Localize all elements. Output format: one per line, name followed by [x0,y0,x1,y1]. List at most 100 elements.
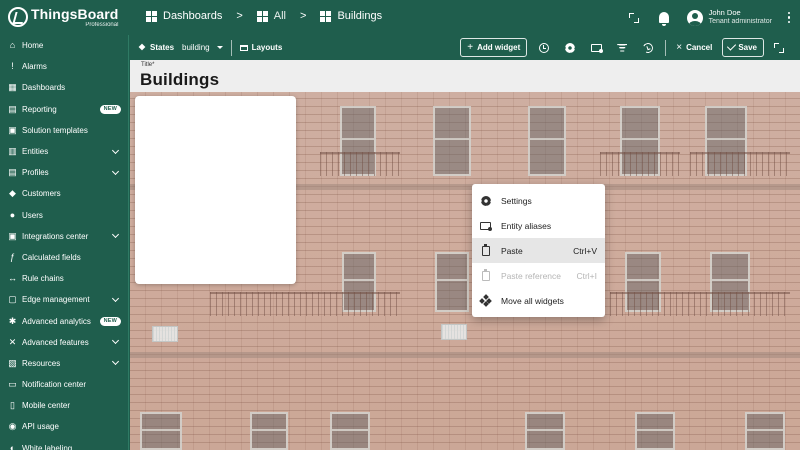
sidebar-item-label: Solution templates [22,125,88,135]
sidebar-item-api-usage[interactable]: ◉ API usage [0,416,129,437]
top-right-controls: John Doe Tenant administrator [621,0,800,35]
cancel-button[interactable]: × Cancel [670,42,718,53]
sidebar-item-label: Rule chains [22,274,64,284]
menu-item-settings[interactable]: Settings [472,188,605,213]
sidebar-item-calculated-fields[interactable]: ƒ Calculated fields [0,247,129,268]
sidebar-item-label: Calculated fields [22,252,81,262]
timewindow-button[interactable] [531,35,557,60]
sidebar-item-advanced-analytics[interactable]: ✱ Advanced analytics NEW [0,310,129,331]
add-widget-button[interactable]: + Add widget [460,38,528,57]
logo-name: ThingsBoard [31,5,119,22]
mobile-center-icon: ▯ [10,400,15,411]
logo-subtitle: Professional [85,21,119,28]
widget-card[interactable] [135,96,296,284]
entities-icon: ▥ [8,146,17,157]
sidebar-item-advanced-features[interactable]: ✕ Advanced features [0,332,129,353]
white-labeling-icon: ◐ [9,442,16,450]
sidebar-item-dashboards[interactable]: ▦ Dashboards [0,77,129,98]
sidebar-item-users[interactable]: ● Users [0,205,129,226]
calculated-fields-icon: ƒ [9,251,15,262]
title-strip: Title* Buildings [130,60,800,92]
sidebar-item-edge-management[interactable]: ▢ Edge management [0,289,129,310]
sidebar-item-label: Notification center [22,380,87,390]
chevron-down-icon [111,231,120,239]
customers-icon: ◆ [9,188,16,199]
save-button[interactable]: Save [722,38,764,57]
home-icon: ⌂ [9,40,16,51]
user-menu-button[interactable] [778,11,800,24]
states-selector[interactable]: States building [130,35,231,60]
menu-item-entity-aliases[interactable]: Entity aliases [472,213,605,238]
sidebar-item-rule-chains[interactable]: ↔ Rule chains [0,268,129,289]
alarms-icon: ! [11,61,14,72]
sidebar-item-label: Mobile center [22,401,71,411]
sidebar-item-label: Resources [22,358,61,368]
menu-item-label: Entity aliases [501,220,552,231]
sidebar-item-label: Home [22,41,44,51]
menu-item-paste[interactable]: Paste Ctrl+V [472,238,605,263]
caret-down-icon [216,46,223,49]
breadcrumb: Dashboards > All > Buildings [146,10,382,22]
solution-templates-icon: ▣ [8,124,17,135]
breadcrumb-separator: > [300,10,307,22]
bell-icon [658,12,669,26]
sidebar-item-mobile-center[interactable]: ▯ Mobile center [0,395,129,416]
layers-icon [138,44,146,52]
sidebar-item-label: API usage [22,422,59,432]
reporting-icon: ▤ [8,103,17,114]
sidebar-item-reporting[interactable]: ▤ Reporting NEW [0,99,129,120]
menu-item-label: Paste reference [501,270,562,281]
check-icon [727,41,737,51]
sidebar-item-profiles[interactable]: ▤ Profiles [0,162,129,183]
sidebar-item-label: Users [22,210,43,220]
paste-reference-icon [480,268,491,281]
chevron-down-icon [111,167,120,175]
history-icon [641,41,655,54]
sidebar-item-label: Alarms [22,62,47,72]
entity-aliases-button[interactable] [583,35,609,60]
sidebar-item-notification-center[interactable]: ▭ Notification center [0,374,129,395]
plus-icon: + [467,41,474,53]
dashboards-icon [256,10,268,22]
sidebar-item-alarms[interactable]: ! Alarms [0,56,129,77]
dashboard-canvas[interactable]: Title* Buildings Settings Entity aliases… [130,60,800,450]
logo[interactable]: ThingsBoard Professional [8,6,118,28]
sidebar-item-resources[interactable]: ▧ Resources [0,353,129,374]
avatar[interactable] [686,9,703,26]
breadcrumb-label: Buildings [337,10,383,22]
filters-button[interactable] [609,35,635,60]
dashboards-icon [146,10,157,22]
paste-icon [480,243,491,256]
sidebar-item-customers[interactable]: ◆ Customers [0,183,129,204]
chevron-down-icon [111,146,120,154]
notifications-button[interactable] [651,5,677,31]
sidebar-item-white-labeling[interactable]: ◐ White labeling [0,438,129,450]
menu-item-shortcut: Ctrl+I [576,270,597,281]
breadcrumb-buildings: Buildings [320,10,382,22]
dashboard-title[interactable]: Buildings [140,70,219,90]
rule-chains-icon: ↔ [8,273,17,284]
more-vert-icon [787,11,791,15]
new-badge: NEW [99,316,121,326]
sidebar-item-entities[interactable]: ▥ Entities [0,141,129,162]
breadcrumb-dashboards[interactable]: Dashboards [146,10,222,22]
sidebar-item-solution-templates[interactable]: ▣ Solution templates [0,120,129,141]
expand-button[interactable] [766,35,792,60]
breadcrumb-all[interactable]: All [256,10,286,22]
close-icon: × [676,42,683,53]
analytics-icon: ✱ [8,315,17,326]
version-history-button[interactable] [635,35,661,60]
fullscreen-button[interactable] [621,5,647,31]
state-value: building [182,43,210,52]
sidebar-item-integrations-center[interactable]: ▣ Integrations center [0,226,129,247]
context-menu: Settings Entity aliases Paste Ctrl+V Pas… [472,184,605,317]
layouts-button[interactable]: Layouts [232,35,291,60]
settings-button[interactable] [557,35,583,60]
sidebar-item-label: Reporting [22,104,57,114]
sidebar-item-home[interactable]: ⌂ Home [0,35,129,56]
fullscreen-icon [628,12,639,23]
menu-item-move-all-widgets[interactable]: Move all widgets [472,288,605,313]
api-usage-icon: ◉ [8,421,17,432]
user-info[interactable]: John Doe Tenant administrator [709,8,772,26]
gear-icon [565,42,576,53]
